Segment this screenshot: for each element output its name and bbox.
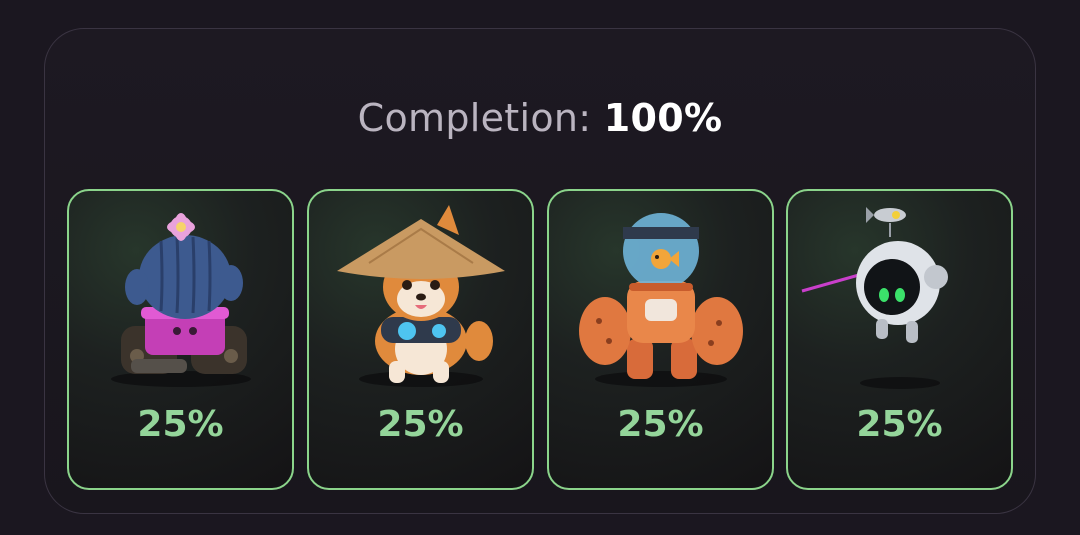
character-card-mech[interactable]: 25% xyxy=(547,189,774,490)
orb-robot-image xyxy=(801,207,948,389)
character-card-shiba[interactable]: 25% xyxy=(307,189,534,490)
fishbowl-mech-image xyxy=(579,213,743,387)
card-percent: 25% xyxy=(856,404,943,445)
cactus-tank-image xyxy=(111,213,251,387)
character-card-cactus[interactable]: 25% xyxy=(67,189,294,490)
card-percent: 25% xyxy=(137,404,224,445)
card-percent: 25% xyxy=(377,404,464,445)
completion-label: Completion: xyxy=(357,96,592,140)
character-card-orb-robot[interactable]: 25% xyxy=(786,189,1013,490)
shiba-dog-image xyxy=(337,205,505,387)
card-percent: 25% xyxy=(617,404,704,445)
completion-value: 100% xyxy=(603,96,723,140)
completion-heading: Completion: 100% xyxy=(0,94,1080,142)
